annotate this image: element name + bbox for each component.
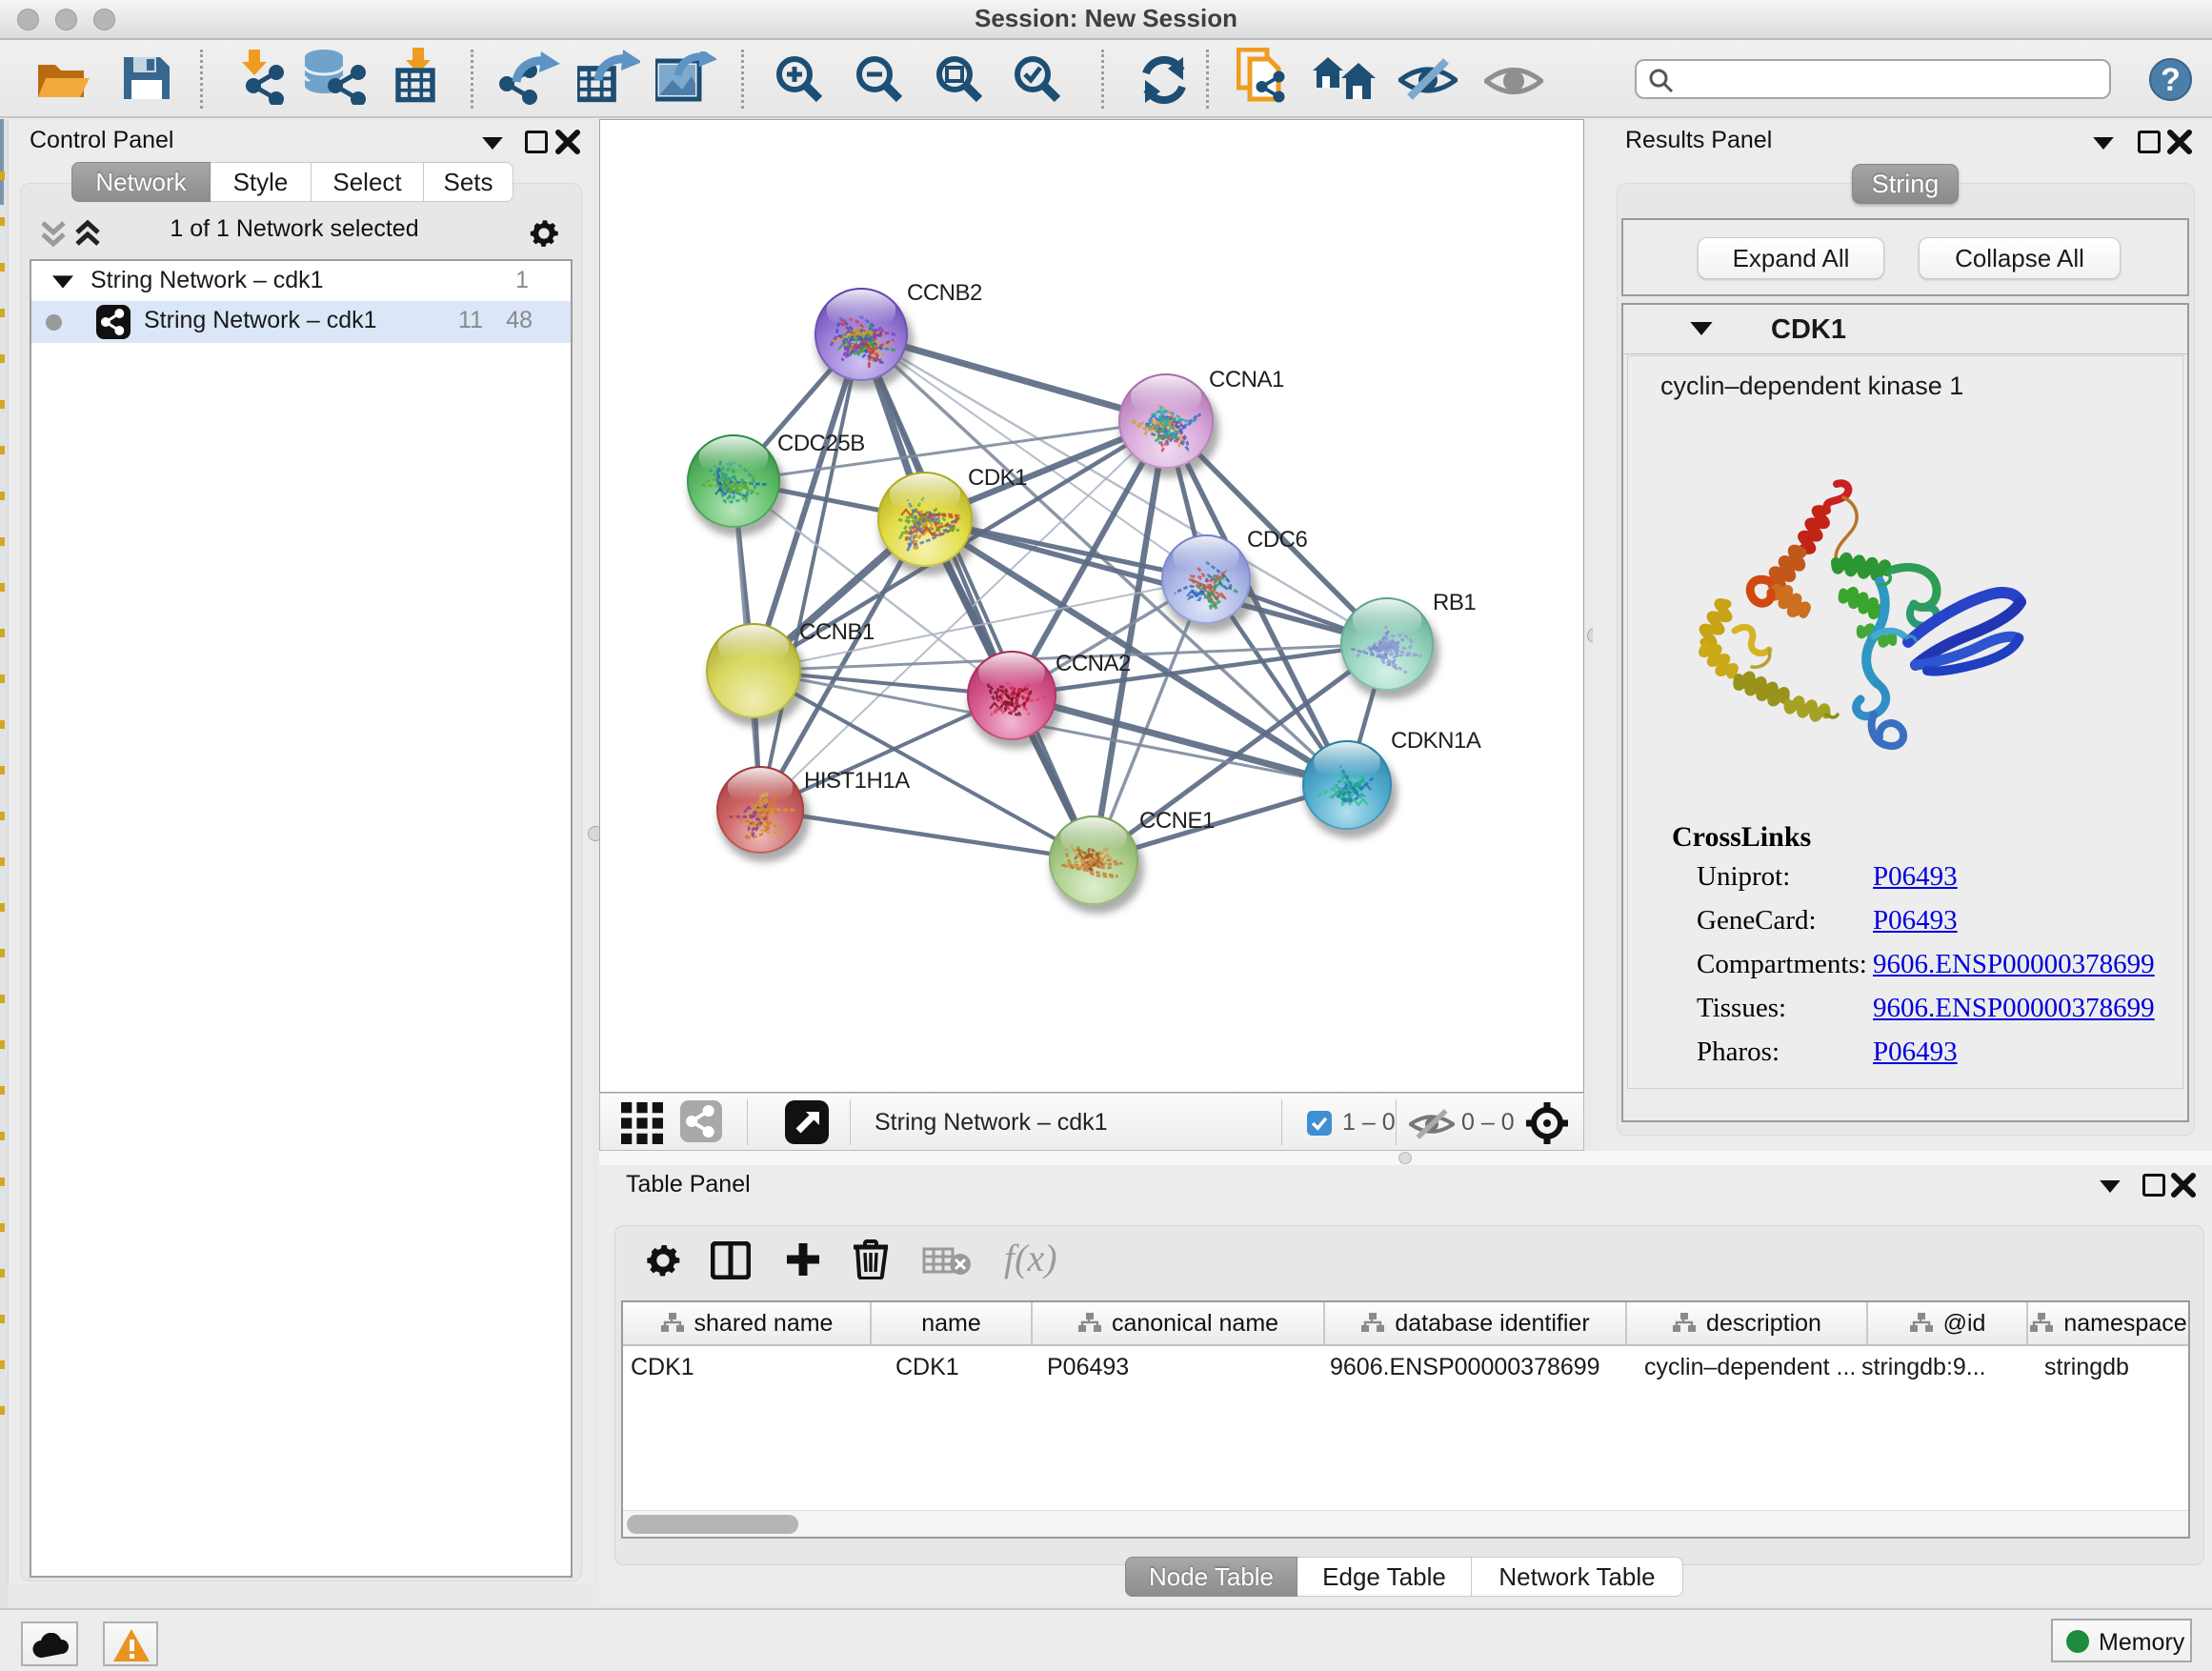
svg-text:CCNA1: CCNA1	[1209, 367, 1284, 393]
svg-text:CDK1: CDK1	[968, 465, 1027, 491]
svg-text:CCNB2: CCNB2	[907, 280, 982, 306]
svg-text:CDKN1A: CDKN1A	[1391, 728, 1481, 754]
svg-text:CDC6: CDC6	[1247, 527, 1307, 553]
svg-text:CCNB1: CCNB1	[799, 619, 875, 645]
svg-text:RB1: RB1	[1433, 590, 1476, 615]
svg-text:CCNE1: CCNE1	[1139, 808, 1215, 834]
svg-text:CCNA2: CCNA2	[1056, 651, 1131, 676]
svg-text:CDC25B: CDC25B	[777, 431, 865, 456]
svg-text:HIST1H1A: HIST1H1A	[804, 768, 910, 794]
